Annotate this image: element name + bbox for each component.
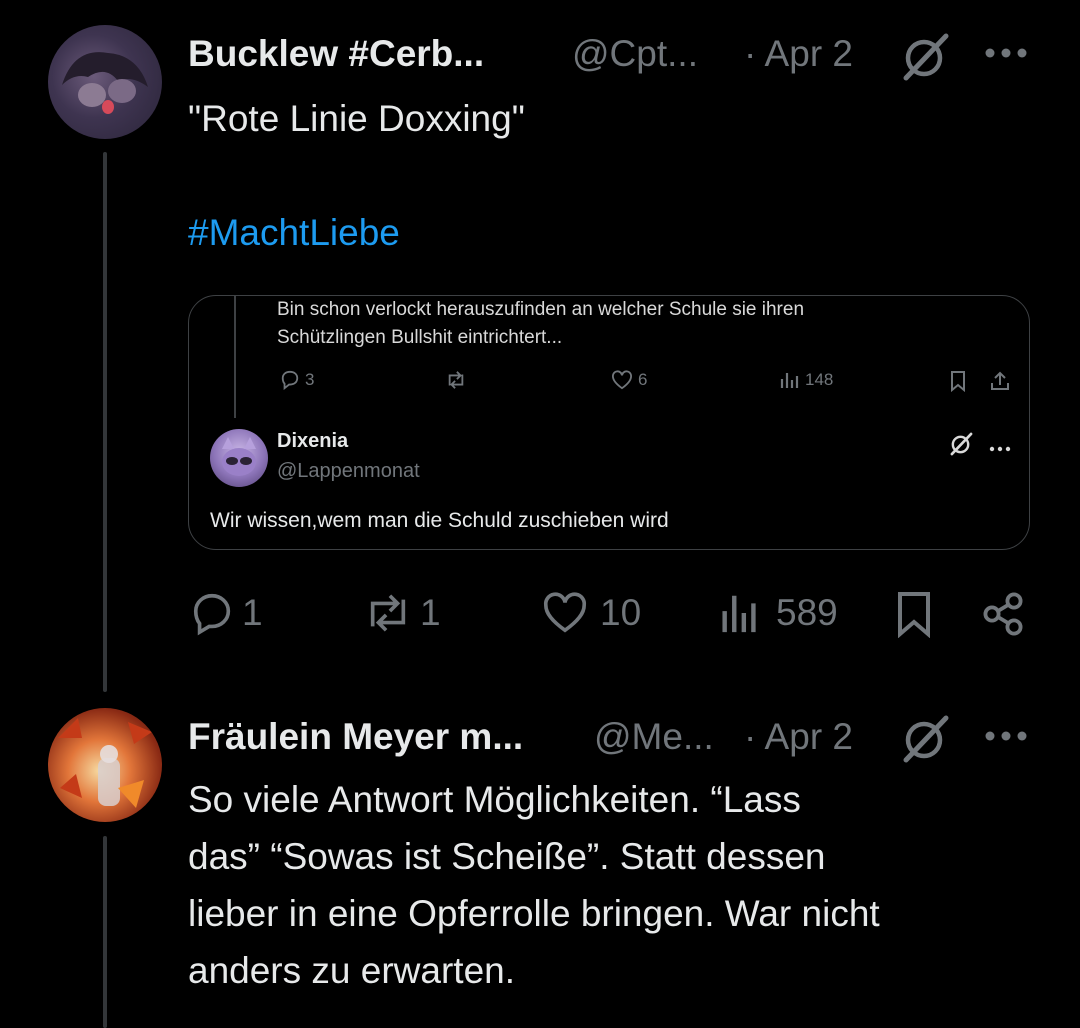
share-icon (991, 371, 1009, 390)
parent-bookmark-button[interactable] (949, 370, 967, 392)
post-text-line: So viele Antwort Möglichkeiten. “Lass (188, 779, 801, 820)
like-icon (612, 370, 632, 390)
like-button[interactable]: 10 (542, 590, 641, 636)
views-icon (722, 595, 756, 633)
share-icon (983, 592, 1023, 636)
reply-button[interactable]: 1 (190, 590, 263, 636)
bookmark-icon (898, 592, 930, 638)
post-text-line: das” “Sowas ist Scheiße”. Statt dessen (188, 836, 826, 877)
avatar[interactable] (48, 708, 162, 822)
thread-line (103, 836, 107, 1028)
repost-icon (370, 594, 406, 632)
quoted-post-card[interactable]: Bin schon verlockt herauszufinden an wel… (188, 295, 1030, 550)
badge-icon (949, 432, 973, 461)
repost-icon (448, 371, 464, 389)
views-button[interactable]: 589 (718, 590, 838, 636)
post-text-line: lieber in eine Opferrolle bringen. War n… (188, 893, 880, 934)
more-icon[interactable] (984, 46, 1028, 65)
post-date[interactable]: · Apr 2 (744, 33, 853, 75)
post-text: So viele Antwort Möglichkeiten. “Lass da… (188, 771, 880, 999)
author-name[interactable]: Fräulein Meyer m... (188, 716, 523, 758)
parent-post-text: Bin schon verlockt herauszufinden an wel… (277, 299, 805, 348)
repost-button[interactable]: 1 (360, 590, 441, 636)
badge-icon (900, 714, 950, 769)
views-icon (780, 373, 799, 388)
post-text-line: anders zu erwarten. (188, 950, 516, 991)
badge-icon (900, 32, 950, 87)
reply-icon (193, 593, 231, 636)
quoted-author-name[interactable]: Dixenia (277, 430, 348, 453)
author-handle[interactable]: @Me... (594, 716, 714, 758)
post-date[interactable]: · Apr 2 (744, 716, 853, 758)
quoted-author-handle[interactable]: @Lappenmonat (277, 460, 420, 483)
share-button[interactable] (980, 590, 1028, 638)
parent-like-button[interactable]: 6 (611, 370, 647, 390)
thread-line (103, 152, 107, 692)
post-text: "Rote Linie Doxxing" (188, 98, 525, 139)
avatar[interactable] (210, 429, 268, 487)
author-handle[interactable]: @Cpt... (572, 33, 698, 75)
parent-thread-line (234, 296, 236, 418)
bookmark-button[interactable] (892, 590, 936, 638)
bookmark-icon (951, 371, 965, 392)
more-icon[interactable] (989, 440, 1011, 458)
reply-icon (281, 370, 299, 390)
like-icon (543, 592, 587, 633)
quoted-post-text: Wir wissen,wem man die Schuld zuschieben… (210, 509, 669, 532)
parent-reply-button[interactable]: 3 (279, 370, 314, 390)
parent-views-button[interactable]: 148 (779, 370, 833, 390)
author-name[interactable]: Bucklew #Cerb... (188, 33, 484, 75)
parent-share-button[interactable] (989, 370, 1011, 392)
more-icon[interactable] (984, 729, 1028, 748)
hashtag-link[interactable]: #MachtLiebe (188, 204, 400, 261)
avatar[interactable] (48, 25, 162, 139)
parent-repost-button[interactable] (444, 370, 468, 390)
